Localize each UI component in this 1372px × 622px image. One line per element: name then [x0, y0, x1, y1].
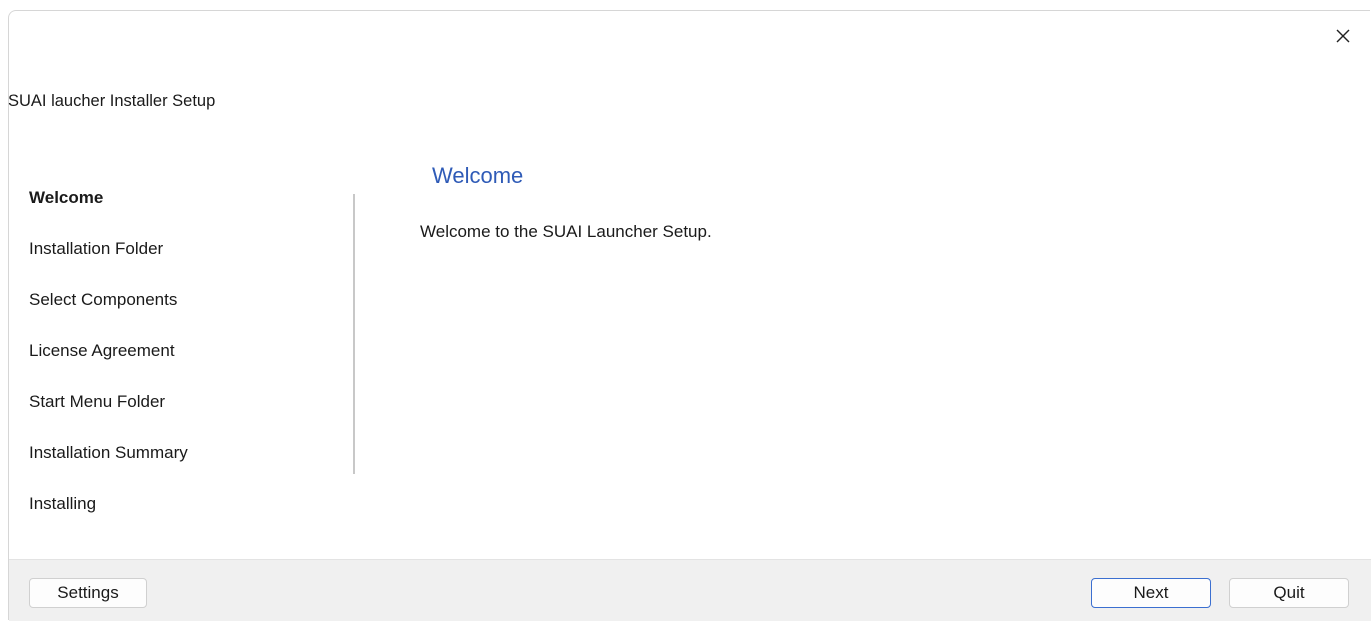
- installer-window: SUAI laucher Installer Setup Welcome Ins…: [8, 10, 1371, 621]
- quit-button[interactable]: Quit: [1229, 578, 1349, 608]
- button-bar: Settings Next Quit: [9, 559, 1371, 621]
- page-body-text: Welcome to the SUAI Launcher Setup.: [420, 222, 712, 241]
- sidebar-item-welcome[interactable]: Welcome: [29, 183, 349, 234]
- wizard-steps-sidebar: Welcome Installation Folder Select Compo…: [29, 183, 349, 540]
- sidebar-item-start-menu-folder[interactable]: Start Menu Folder: [29, 387, 349, 438]
- settings-button[interactable]: Settings: [29, 578, 147, 608]
- next-button[interactable]: Next: [1091, 578, 1211, 608]
- close-icon: [1336, 29, 1350, 43]
- close-button[interactable]: [1328, 21, 1358, 51]
- sidebar-item-license-agreement[interactable]: License Agreement: [29, 336, 349, 387]
- window-title: SUAI laucher Installer Setup: [8, 92, 216, 110]
- sidebar-item-installation-summary[interactable]: Installation Summary: [29, 438, 349, 489]
- sidebar-item-installing[interactable]: Installing: [29, 489, 349, 540]
- sidebar-item-installation-folder[interactable]: Installation Folder: [29, 234, 349, 285]
- page-heading: Welcome: [432, 163, 524, 188]
- sidebar-divider: [353, 194, 355, 474]
- sidebar-item-select-components[interactable]: Select Components: [29, 285, 349, 336]
